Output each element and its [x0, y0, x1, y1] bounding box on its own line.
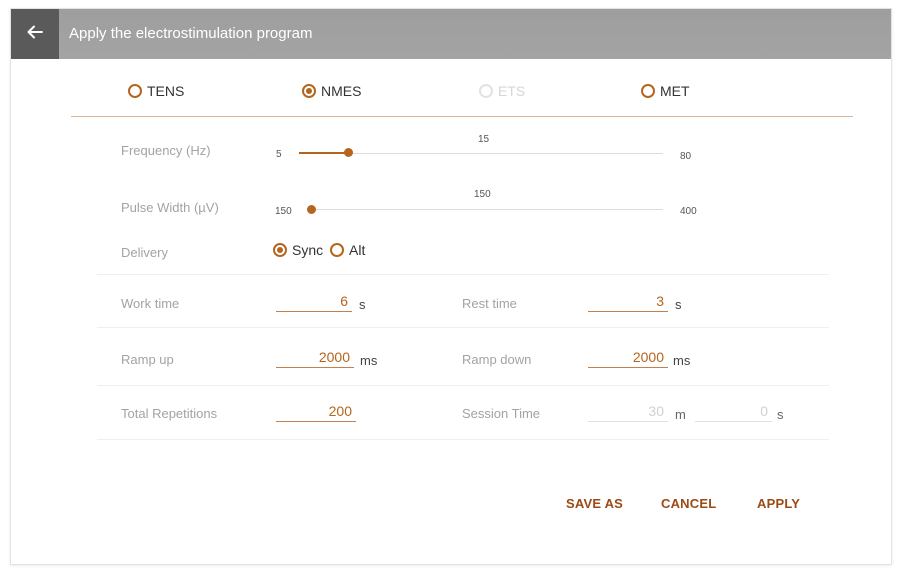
pulse-width-max: 400: [680, 206, 697, 217]
alt-radio-icon: [330, 243, 344, 257]
row-separator: [97, 385, 829, 386]
frequency-max: 80: [680, 151, 692, 162]
session-seconds-input: 0: [695, 402, 772, 422]
session-time-label: Session Time: [462, 406, 541, 421]
ets-radio-icon: [479, 84, 493, 98]
work-time-unit: s: [359, 297, 366, 312]
frequency-label: Frequency (Hz): [121, 143, 211, 158]
frequency-track-fill: [299, 152, 349, 154]
mode-label: NMES: [321, 83, 362, 99]
pulse-width-thumb[interactable]: [307, 205, 316, 214]
mode-met[interactable]: MET: [641, 83, 690, 99]
pulse-width-label: Pulse Width (µV): [121, 200, 219, 215]
pulse-width-min: 150: [275, 206, 292, 217]
session-minutes-input: 30: [588, 402, 668, 422]
back-button[interactable]: [11, 9, 59, 59]
mode-selector: TENS NMES ETS MET: [11, 83, 891, 107]
sync-radio-icon: [273, 243, 287, 257]
mode-tens[interactable]: TENS: [128, 83, 184, 99]
dialog-title: Apply the electrostimulation program: [69, 25, 313, 42]
mode-label: ETS: [498, 83, 526, 99]
save-as-button[interactable]: SAVE AS: [566, 496, 623, 511]
frequency-min: 5: [276, 149, 282, 160]
pulse-width-value: 150: [474, 189, 491, 200]
row-separator: [97, 439, 829, 440]
total-repetitions-label: Total Repetitions: [121, 406, 218, 421]
ramp-down-input[interactable]: 2000: [588, 348, 668, 368]
work-time-label: Work time: [121, 296, 180, 311]
total-repetitions-input[interactable]: 200: [276, 402, 356, 422]
frequency-track[interactable]: [299, 153, 663, 154]
rest-time-label: Rest time: [462, 296, 517, 311]
delivery-alt[interactable]: Alt: [330, 242, 365, 258]
work-time-input[interactable]: 6: [276, 292, 352, 312]
nmes-radio-icon: [302, 84, 316, 98]
apply-button[interactable]: APPLY: [757, 496, 800, 511]
session-seconds-unit: s: [777, 407, 784, 422]
program-dialog: Apply the electrostimulation program TEN…: [10, 8, 892, 565]
mode-ets: ETS: [479, 83, 525, 99]
session-minutes-unit: m: [675, 407, 686, 422]
frequency-value: 15: [478, 134, 490, 145]
cancel-button[interactable]: CANCEL: [661, 496, 716, 511]
delivery-label: Delivery: [121, 245, 168, 260]
ramp-up-input[interactable]: 2000: [276, 348, 354, 368]
frequency-thumb[interactable]: [344, 148, 354, 157]
pulse-width-track[interactable]: [311, 209, 663, 210]
rest-time-unit: s: [675, 297, 682, 312]
mode-label: TENS: [147, 83, 185, 99]
ramp-up-unit: ms: [360, 353, 378, 368]
mode-label: MET: [660, 83, 690, 99]
tens-radio-icon: [128, 84, 142, 98]
row-separator: [97, 274, 829, 275]
delivery-option-label: Sync: [292, 242, 324, 258]
mode-nmes[interactable]: NMES: [302, 83, 361, 99]
ramp-up-label: Ramp up: [121, 352, 174, 367]
title-bar: Apply the electrostimulation program: [11, 9, 891, 59]
rest-time-input[interactable]: 3: [588, 292, 668, 312]
ramp-down-unit: ms: [673, 353, 691, 368]
arrow-left-icon: [26, 23, 44, 46]
mode-divider: [71, 116, 853, 117]
delivery-option-label: Alt: [349, 242, 366, 258]
delivery-sync[interactable]: Sync: [273, 242, 323, 258]
ramp-down-label: Ramp down: [462, 352, 532, 367]
met-radio-icon: [641, 84, 655, 98]
row-separator: [97, 327, 829, 328]
